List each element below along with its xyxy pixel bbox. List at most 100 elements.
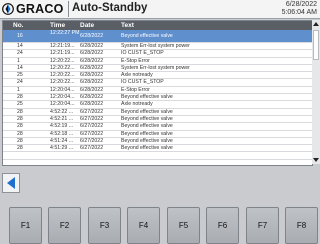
cell-no: 1: [17, 86, 20, 93]
table-row[interactable]: 14 12:20:22... 6/28/2022 System Err-lost sy…: [3, 64, 312, 73]
table-body: 16 12:22:27 PM 6/28/2022 Beyond effective v…: [3, 30, 312, 165]
cell-date: 6/28/2022: [80, 64, 104, 71]
cell-time: 12:20:22...: [50, 72, 75, 79]
table-row[interactable]: 28 4:52:22 ... 6/27/2022 Beyond effective v…: [3, 109, 312, 116]
cell-date: 6/28/2022: [80, 79, 104, 86]
column-header-text[interactable]: Text: [121, 22, 134, 29]
table-row[interactable]: 28 4:52:18 ... 6/27/2022 Beyond effective v…: [3, 131, 312, 138]
cell-text: Beyond effective valve: [121, 130, 173, 137]
table-row[interactable]: 24 12:20:22... 6/28/2022 IO CUST E_STOP: [3, 79, 312, 87]
title-bar: GRACO Auto-Standby 6/28/2022 5:06:04 AM: [0, 0, 320, 19]
cell-date: 6/27/2022: [80, 130, 104, 137]
table-row[interactable]: 1 12:20:04... 6/28/2022 E-Stop Error: [3, 86, 312, 95]
cell-time: 12:21:19...: [50, 43, 75, 49]
back-button[interactable]: [2, 173, 20, 193]
cell-no: 28: [17, 130, 23, 137]
cell-time: 12:22:27 PM: [50, 29, 80, 36]
cell-date: 6/27/2022: [80, 145, 104, 152]
cell-date: 6/28/2022: [80, 57, 104, 64]
table-row[interactable]: 28 12:20:04... 6/28/2022 Beyond effective v…: [3, 94, 312, 102]
back-arrow-icon: [7, 177, 15, 189]
function-key-bar: F1 F2 F3 F4 F5 F6 F7 F8: [0, 207, 320, 244]
cell-date: 6/27/2022: [80, 137, 104, 144]
function-key-f4[interactable]: F4: [127, 207, 160, 244]
cell-text: IO CUST E_STOP: [121, 79, 164, 86]
cell-no: 24: [17, 50, 23, 57]
cell-no: 28: [17, 115, 23, 122]
cell-time: 12:21:19...: [50, 50, 75, 57]
function-key-f6[interactable]: F6: [206, 207, 239, 244]
cell-time: 4:52:21 ...: [50, 115, 74, 122]
table-row[interactable]: 14 12:21:19... 6/28/2022 System Err-lost sy…: [3, 43, 312, 51]
cell-time: 12:20:22...: [50, 64, 75, 71]
table-row[interactable]: [3, 160, 312, 165]
cell-time: 12:20:04...: [50, 94, 75, 101]
clock: 6/28/2022 5:06:04 AM: [282, 1, 317, 16]
table-row[interactable]: 28 4:52:21 ... 6/27/2022 Beyond effective v…: [3, 115, 312, 124]
table-row[interactable]: 28 4:52:19 ... 6/27/2022 Beyond effective v…: [3, 123, 312, 131]
graco-logo: GRACO: [2, 1, 66, 17]
table-scrollbar[interactable]: [312, 20, 320, 164]
table-row[interactable]: [3, 152, 312, 160]
cell-time: 12:20:22...: [50, 79, 75, 86]
clock-time: 5:06:04 AM: [281, 8, 317, 16]
cell-date: 6/27/2022: [80, 115, 104, 122]
scroll-down-icon[interactable]: [313, 158, 319, 162]
cell-no: 28: [17, 145, 23, 152]
cell-date: 6/28/2022: [80, 94, 104, 101]
cell-text: System Err-lost system power: [121, 43, 190, 49]
cell-text: E-Stop Error: [121, 57, 150, 64]
cell-date: 6/28/2022: [80, 50, 104, 57]
header-divider: [68, 1, 69, 17]
cell-date: 6/28/2022: [80, 101, 104, 108]
table-row[interactable]: 16 12:22:27 PM 6/28/2022 Beyond effective v…: [3, 30, 312, 43]
status-title: Auto-Standby: [72, 2, 148, 14]
function-key-f1[interactable]: F1: [9, 207, 42, 244]
cell-no: 1: [17, 57, 20, 64]
cell-text: Beyond effective valve: [121, 145, 173, 152]
cell-text: IO CUST E_STOP: [121, 50, 164, 57]
event-log-table[interactable]: No. Time Date Text 16 12:22:27 PM 6/28/202…: [2, 20, 313, 166]
cell-no: 25: [17, 72, 23, 79]
cell-text: Axle notready: [121, 101, 153, 108]
table-row[interactable]: 1 12:20:22... 6/28/2022 E-Stop Error: [3, 58, 312, 65]
function-key-f7[interactable]: F7: [246, 207, 279, 244]
cell-date: 6/28/2022: [80, 43, 104, 49]
cell-no: 28: [17, 108, 23, 115]
cell-text: Axle notready: [121, 72, 153, 79]
cell-text: Beyond effective valve: [121, 33, 173, 39]
scroll-up-icon[interactable]: [313, 22, 319, 26]
cell-date: 6/27/2022: [80, 123, 104, 130]
cell-no: 14: [17, 64, 23, 71]
cell-text: Beyond effective valve: [121, 137, 173, 144]
cell-date: 6/28/2022: [80, 72, 104, 79]
cell-time: 12:20:22...: [50, 57, 75, 64]
function-key-f5[interactable]: F5: [167, 207, 200, 244]
function-key-f2[interactable]: F2: [48, 207, 81, 244]
cell-time: 4:52:22 ...: [50, 108, 74, 115]
cell-no: 24: [17, 79, 23, 86]
table-row[interactable]: 28 4:51:24 ... 6/27/2022 Beyond effective v…: [3, 137, 312, 146]
scroll-thumb[interactable]: [313, 30, 319, 60]
function-key-f3[interactable]: F3: [88, 207, 121, 244]
table-row[interactable]: 24 12:21:19... 6/28/2022 IO CUST E_STOP: [3, 50, 312, 58]
function-key-f8[interactable]: F8: [285, 207, 318, 244]
cell-date: 6/28/2022: [80, 86, 104, 93]
table-row[interactable]: 25 12:20:04... 6/28/2022 Axle notready: [3, 101, 312, 109]
graco-logo-icon: [2, 3, 14, 15]
column-header-date[interactable]: Date: [80, 22, 94, 29]
cell-text: Beyond effective valve: [121, 115, 173, 122]
cell-no: 14: [17, 43, 23, 49]
cell-time: 4:52:18 ...: [50, 130, 74, 137]
column-header-time[interactable]: Time: [50, 22, 80, 29]
table-row[interactable]: 25 12:20:22... 6/28/2022 Axle notready: [3, 72, 312, 80]
cell-text: Beyond effective valve: [121, 94, 173, 101]
table-header: No. Time Date Text: [3, 21, 312, 30]
cell-time: 4:51:24 ...: [50, 137, 74, 144]
cell-no: 28: [17, 123, 23, 130]
cell-no: 28: [17, 94, 23, 101]
cell-no: 25: [17, 101, 23, 108]
column-header-no[interactable]: No.: [13, 22, 23, 29]
table-row[interactable]: 28 4:51:29 ... 6/27/2022 Beyond effective v…: [3, 145, 312, 153]
cell-date: 6/27/2022: [80, 108, 104, 115]
